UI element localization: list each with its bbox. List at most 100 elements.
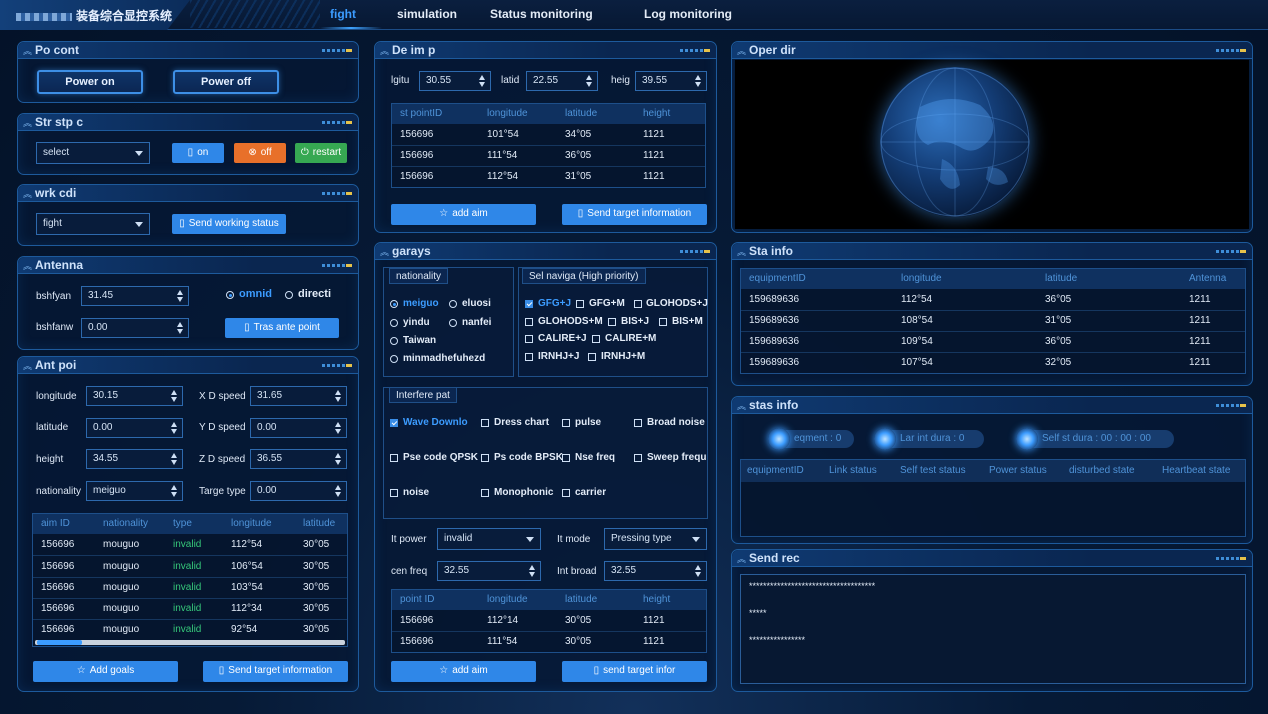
table-row[interactable]: 156696 mouguo invalid 112°34 30°05: [33, 598, 347, 619]
stepper-up-icon[interactable]: [335, 453, 341, 458]
nationality-radio-yindu[interactable]: [390, 319, 398, 327]
stepper-up-icon[interactable]: [171, 422, 177, 427]
table-row[interactable]: 159689636 108°54 31°05 1211: [741, 310, 1245, 331]
off-button[interactable]: ⊗ off: [234, 143, 286, 163]
table-row[interactable]: 156696 111°54 36°05 1121: [392, 145, 705, 166]
horizontal-scrollbar[interactable]: [35, 640, 345, 645]
collapse-icon[interactable]: ︽: [737, 245, 746, 258]
stepper-up-icon[interactable]: [335, 390, 341, 395]
nationality-radio-other[interactable]: [390, 355, 398, 363]
collapse-icon[interactable]: ︽: [23, 259, 32, 272]
stepper-down-icon[interactable]: [171, 460, 177, 465]
y-speed-input[interactable]: 0.00: [250, 418, 347, 438]
table-row[interactable]: 156696 mouguo invalid 112°54 30°05: [33, 534, 347, 555]
stepper-down-icon[interactable]: [335, 429, 341, 434]
add-aim-button[interactable]: ☆ add aim: [391, 661, 536, 682]
stepper-down-icon[interactable]: [171, 429, 177, 434]
table-row[interactable]: 159689636 112°54 36°05 1211: [741, 289, 1245, 310]
table-row[interactable]: 159689636 109°54 36°05 1211: [741, 331, 1245, 352]
strategy-select[interactable]: select: [36, 142, 150, 164]
interfere-checkbox[interactable]: [634, 454, 642, 462]
longitude-input[interactable]: 30.55: [419, 71, 491, 91]
tab-status-monitoring[interactable]: Status monitoring: [490, 7, 593, 21]
nav-checkbox[interactable]: [525, 300, 533, 308]
table-row[interactable]: 156696 112°54 31°05 1121: [392, 166, 705, 187]
collapse-icon[interactable]: ︽: [23, 187, 32, 200]
nationality-input[interactable]: meiguo: [86, 481, 183, 501]
interfere-checkbox[interactable]: [562, 454, 570, 462]
table-row[interactable]: 156696 112°14 30°05 1121: [392, 610, 706, 631]
tab-fight[interactable]: fight: [330, 7, 356, 21]
center-freq-input[interactable]: 32.55: [437, 561, 541, 581]
int-broad-input[interactable]: 32.55: [604, 561, 707, 581]
nav-checkbox[interactable]: [525, 335, 533, 343]
stepper-down-icon[interactable]: [171, 397, 177, 402]
nationality-radio-taiwan[interactable]: [390, 337, 398, 345]
stepper-up-icon[interactable]: [177, 322, 183, 327]
table-row[interactable]: 159689636 107°54 32°05 1211: [741, 352, 1245, 373]
nav-checkbox[interactable]: [592, 335, 600, 343]
stepper-up-icon[interactable]: [479, 75, 485, 80]
send-target-info-button[interactable]: ▯ Send target information: [562, 204, 707, 225]
directional-radio[interactable]: [285, 291, 293, 299]
interfere-checkbox[interactable]: [390, 489, 398, 497]
collapse-icon[interactable]: ︽: [737, 44, 746, 57]
collapse-icon[interactable]: ︽: [737, 399, 746, 412]
table-row[interactable]: 156696 111°54 30°05 1121: [392, 631, 706, 652]
send-record-log[interactable]: ************************************ ***…: [740, 574, 1246, 684]
collapse-icon[interactable]: ︽: [380, 245, 389, 258]
nationality-radio-eluosi[interactable]: [449, 300, 457, 308]
interfere-power-select[interactable]: invalid: [437, 528, 541, 550]
interfere-checkbox[interactable]: [481, 419, 489, 427]
stepper-down-icon[interactable]: [171, 492, 177, 497]
power-on-button[interactable]: Power on: [37, 70, 143, 94]
working-mode-select[interactable]: fight: [36, 213, 150, 235]
stepper-up-icon[interactable]: [171, 390, 177, 395]
stepper-up-icon[interactable]: [586, 75, 592, 80]
pitch-input[interactable]: 0.00: [81, 318, 189, 338]
stepper-down-icon[interactable]: [335, 460, 341, 465]
interfere-checkbox[interactable]: [390, 454, 398, 462]
interfere-checkbox[interactable]: [481, 454, 489, 462]
restart-button[interactable]: ⏻ restart: [295, 143, 347, 163]
x-speed-input[interactable]: 31.65: [250, 386, 347, 406]
longitude-input[interactable]: 30.15: [86, 386, 183, 406]
scrollbar-thumb[interactable]: [37, 640, 82, 645]
collapse-icon[interactable]: ︽: [23, 116, 32, 129]
stepper-up-icon[interactable]: [171, 453, 177, 458]
stepper-up-icon[interactable]: [695, 75, 701, 80]
nav-checkbox[interactable]: [634, 300, 642, 308]
azimuth-input[interactable]: 31.45: [81, 286, 189, 306]
nav-checkbox[interactable]: [576, 300, 584, 308]
table-row[interactable]: 156696 101°54 34°05 1121: [392, 124, 705, 145]
transfer-antenna-point-button[interactable]: ▯ Tras ante point: [225, 318, 339, 338]
nav-checkbox[interactable]: [525, 353, 533, 361]
tab-simulation[interactable]: simulation: [397, 7, 457, 21]
table-row[interactable]: 156696 mouguo invalid 103°54 30°05: [33, 577, 347, 598]
stepper-up-icon[interactable]: [695, 565, 701, 570]
stepper-down-icon[interactable]: [479, 82, 485, 87]
stepper-up-icon[interactable]: [529, 565, 535, 570]
add-aim-button[interactable]: ☆ add aim: [391, 204, 536, 225]
stepper-down-icon[interactable]: [586, 82, 592, 87]
on-button[interactable]: ▯ on: [172, 143, 224, 163]
table-row[interactable]: 156696 mouguo invalid 92°54 30°05: [33, 619, 347, 640]
stepper-up-icon[interactable]: [335, 422, 341, 427]
send-target-info-button[interactable]: ▯ Send target information: [203, 661, 348, 682]
power-off-button[interactable]: Power off: [173, 70, 279, 94]
stepper-down-icon[interactable]: [335, 397, 341, 402]
send-working-status-button[interactable]: ▯ Send working status: [172, 214, 286, 234]
target-type-input[interactable]: 0.00: [250, 481, 347, 501]
tab-log-monitoring[interactable]: Log monitoring: [644, 7, 732, 21]
height-input[interactable]: 34.55: [86, 449, 183, 469]
stepper-down-icon[interactable]: [177, 297, 183, 302]
nationality-radio-meiguo[interactable]: [390, 300, 398, 308]
stepper-up-icon[interactable]: [335, 485, 341, 490]
interfere-checkbox[interactable]: [481, 489, 489, 497]
stepper-up-icon[interactable]: [177, 290, 183, 295]
stepper-down-icon[interactable]: [529, 572, 535, 577]
add-goals-button[interactable]: ☆ Add goals: [33, 661, 178, 682]
nav-checkbox[interactable]: [588, 353, 596, 361]
interfere-checkbox[interactable]: [390, 419, 398, 427]
collapse-icon[interactable]: ︽: [23, 44, 32, 57]
